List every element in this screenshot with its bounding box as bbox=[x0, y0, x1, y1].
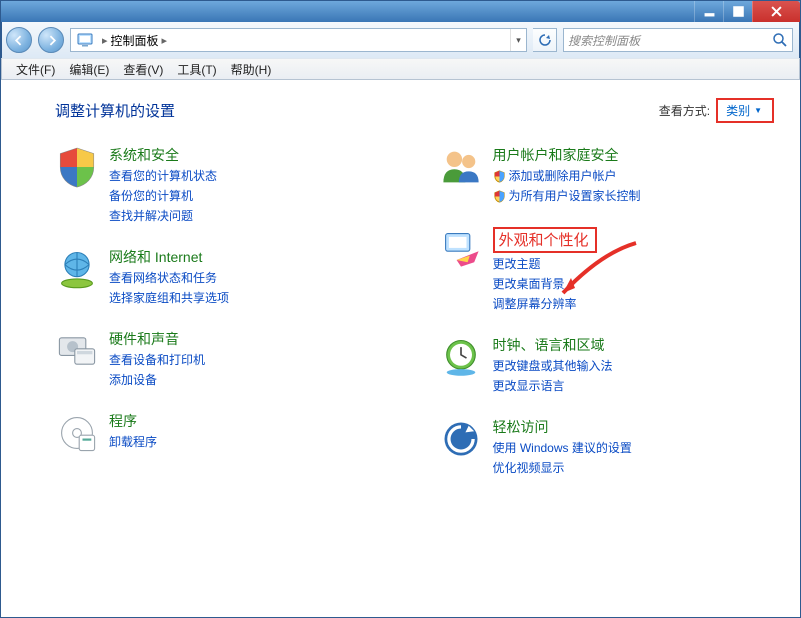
category-r-2: 时钟、语言和区域更改键盘或其他输入法更改显示语言 bbox=[439, 335, 773, 395]
sublink-label: 更改键盘或其他输入法 bbox=[493, 357, 613, 375]
sublink-label: 使用 Windows 建议的设置 bbox=[493, 439, 632, 457]
category-icon bbox=[55, 411, 99, 455]
category-sublink[interactable]: 查看网络状态和任务 bbox=[109, 269, 229, 287]
category-sublink[interactable]: 使用 Windows 建议的设置 bbox=[493, 439, 632, 457]
category-heading[interactable]: 程序 bbox=[109, 411, 157, 431]
category-sublink[interactable]: 添加或删除用户帐户 bbox=[493, 167, 641, 185]
category-sublink[interactable]: 优化视频显示 bbox=[493, 459, 632, 477]
shield-icon bbox=[493, 190, 506, 203]
sublink-label: 查找并解决问题 bbox=[109, 207, 193, 225]
category-icon bbox=[439, 417, 483, 461]
category-icon bbox=[55, 329, 99, 373]
category-sublink[interactable]: 调整屏幕分辨率 bbox=[493, 295, 597, 313]
control-panel-icon bbox=[75, 32, 95, 48]
breadcrumb-current[interactable]: 控制面板 bbox=[111, 32, 159, 49]
sublink-label: 调整屏幕分辨率 bbox=[493, 295, 577, 313]
sublink-label: 查看设备和打印机 bbox=[109, 351, 205, 369]
category-sublink[interactable]: 卸载程序 bbox=[109, 433, 157, 451]
category-heading[interactable]: 时钟、语言和区域 bbox=[493, 335, 613, 355]
sublink-label: 查看您的计算机状态 bbox=[109, 167, 217, 185]
category-sublink[interactable]: 查找并解决问题 bbox=[109, 207, 217, 225]
content-area: 调整计算机的设置 查看方式: 类别 ▼ 系统和安全查看您的计算机状态备份您的计算… bbox=[1, 80, 800, 477]
sublink-label: 查看网络状态和任务 bbox=[109, 269, 217, 287]
menu-bar: 文件(F) 编辑(E) 查看(V) 工具(T) 帮助(H) bbox=[1, 58, 800, 80]
category-heading[interactable]: 轻松访问 bbox=[493, 417, 632, 437]
category-sublink[interactable]: 备份您的计算机 bbox=[109, 187, 217, 205]
shield-icon bbox=[493, 170, 506, 183]
menu-file[interactable]: 文件(F) bbox=[10, 59, 61, 80]
sublink-label: 更改主题 bbox=[493, 255, 541, 273]
sublink-label: 备份您的计算机 bbox=[109, 187, 193, 205]
category-heading[interactable]: 外观和个性化 bbox=[493, 227, 597, 253]
chevron-down-icon: ▼ bbox=[754, 106, 762, 115]
category-heading[interactable]: 硬件和声音 bbox=[109, 329, 205, 349]
minimize-button[interactable] bbox=[694, 1, 723, 22]
category-icon bbox=[439, 335, 483, 379]
forward-button[interactable] bbox=[38, 27, 64, 53]
category-l-2: 硬件和声音查看设备和打印机添加设备 bbox=[55, 329, 389, 389]
close-button[interactable] bbox=[752, 1, 800, 22]
sublink-label: 为所有用户设置家长控制 bbox=[509, 187, 641, 205]
category-sublink[interactable]: 查看设备和打印机 bbox=[109, 351, 205, 369]
view-by-dropdown[interactable]: 类别 ▼ bbox=[716, 98, 774, 123]
window-titlebar bbox=[0, 0, 801, 22]
category-sublink[interactable]: 为所有用户设置家长控制 bbox=[493, 187, 641, 205]
category-sublink[interactable]: 更改显示语言 bbox=[493, 377, 613, 395]
category-heading[interactable]: 网络和 Internet bbox=[109, 247, 229, 267]
category-sublink[interactable]: 更改主题 bbox=[493, 255, 597, 273]
category-l-3: 程序卸载程序 bbox=[55, 411, 389, 455]
back-button[interactable] bbox=[6, 27, 32, 53]
category-sublink[interactable]: 选择家庭组和共享选项 bbox=[109, 289, 229, 307]
category-r-1: 外观和个性化更改主题更改桌面背景调整屏幕分辨率 bbox=[439, 227, 773, 313]
category-sublink[interactable]: 更改键盘或其他输入法 bbox=[493, 357, 613, 375]
maximize-button[interactable] bbox=[723, 1, 752, 22]
refresh-button[interactable] bbox=[533, 28, 557, 52]
sublink-label: 添加或删除用户帐户 bbox=[509, 167, 617, 185]
search-icon bbox=[772, 32, 788, 48]
view-by-label: 查看方式: bbox=[659, 102, 710, 119]
category-r-3: 轻松访问使用 Windows 建议的设置优化视频显示 bbox=[439, 417, 773, 477]
address-bar[interactable]: ▸ 控制面板 ▸ ▾ bbox=[70, 28, 527, 52]
sublink-label: 更改桌面背景 bbox=[493, 275, 565, 293]
view-by-value: 类别 bbox=[726, 102, 750, 119]
category-icon bbox=[439, 145, 483, 189]
category-sublink[interactable]: 更改桌面背景 bbox=[493, 275, 597, 293]
breadcrumb-sep[interactable]: ▸ bbox=[159, 34, 171, 47]
category-sublink[interactable]: 添加设备 bbox=[109, 371, 205, 389]
category-sublink[interactable]: 查看您的计算机状态 bbox=[109, 167, 217, 185]
search-box[interactable]: 搜索控制面板 bbox=[563, 28, 793, 52]
category-icon bbox=[439, 227, 483, 271]
view-by: 查看方式: 类别 ▼ bbox=[659, 98, 774, 123]
sublink-label: 添加设备 bbox=[109, 371, 157, 389]
sublink-label: 选择家庭组和共享选项 bbox=[109, 289, 229, 307]
sublink-label: 卸载程序 bbox=[109, 433, 157, 451]
menu-view[interactable]: 查看(V) bbox=[117, 59, 169, 80]
menu-help[interactable]: 帮助(H) bbox=[225, 59, 278, 80]
category-icon bbox=[55, 145, 99, 189]
sublink-label: 更改显示语言 bbox=[493, 377, 565, 395]
navigation-bar: ▸ 控制面板 ▸ ▾ 搜索控制面板 bbox=[1, 22, 800, 58]
category-l-1: 网络和 Internet 查看网络状态和任务选择家庭组和共享选项 bbox=[55, 247, 389, 307]
category-l-0: 系统和安全查看您的计算机状态备份您的计算机查找并解决问题 bbox=[55, 145, 389, 225]
sublink-label: 优化视频显示 bbox=[493, 459, 565, 477]
category-r-0: 用户帐户和家庭安全添加或删除用户帐户为所有用户设置家长控制 bbox=[439, 145, 773, 205]
category-heading[interactable]: 用户帐户和家庭安全 bbox=[493, 145, 641, 165]
category-heading[interactable]: 系统和安全 bbox=[109, 145, 217, 165]
breadcrumb-sep[interactable]: ▸ bbox=[99, 34, 111, 47]
menu-tools[interactable]: 工具(T) bbox=[171, 59, 222, 80]
search-placeholder: 搜索控制面板 bbox=[568, 32, 772, 49]
category-icon bbox=[55, 247, 99, 291]
menu-edit[interactable]: 编辑(E) bbox=[63, 59, 115, 80]
address-dropdown[interactable]: ▾ bbox=[510, 29, 526, 51]
